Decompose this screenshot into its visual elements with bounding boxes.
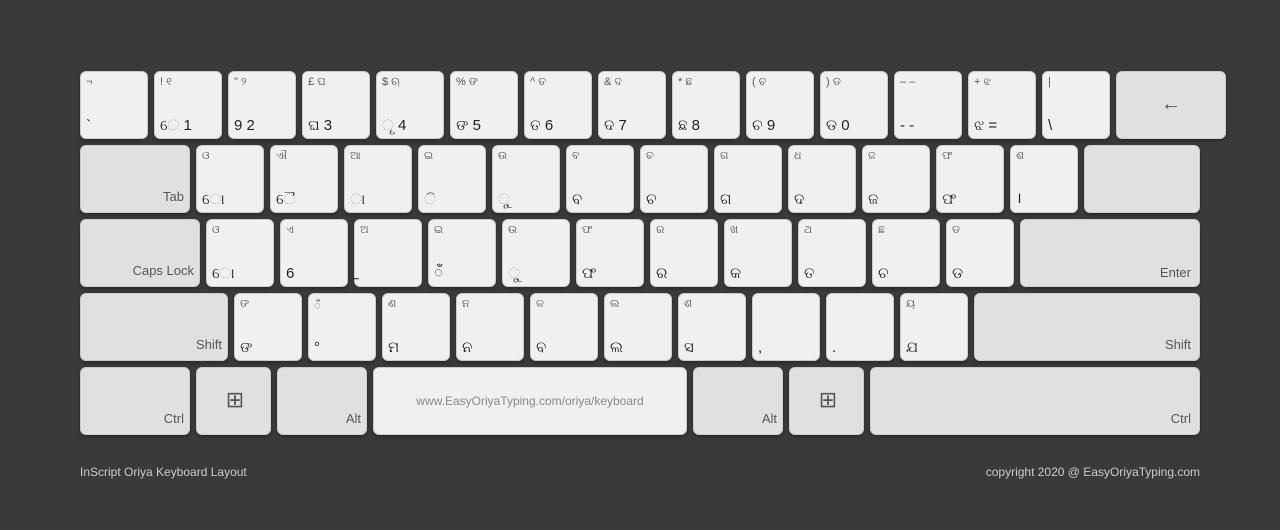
key-z[interactable]: ଙ ଙ [234,293,302,361]
enter-key[interactable] [1084,145,1200,213]
backspace-key[interactable]: ← [1116,71,1226,139]
key-0[interactable]: ) ଡ ଡ 0 [820,71,888,139]
shift-right-key[interactable]: Shift [974,293,1200,361]
ctrl-left-key[interactable]: Ctrl [80,367,190,435]
key-r[interactable]: ଇ ି [418,145,486,213]
key-backslash[interactable]: | \ [1042,71,1110,139]
key-comma[interactable]: , [752,293,820,361]
keyboard-title: InScript Oriya Keyboard Layout [80,465,247,479]
key-t[interactable]: ଉ ୁ [492,145,560,213]
key-u[interactable]: ଚ ଚ [640,145,708,213]
key-minus[interactable]: – – - - [894,71,962,139]
key-q[interactable]: ଓ ୋ [196,145,264,213]
key-bracketleft[interactable]: ଫ ଫ [936,145,1004,213]
copyright-text: copyright 2020 @ EasyOriyaTyping.com [986,465,1200,479]
key-slash[interactable]: ୟ ଯ [900,293,968,361]
key-8[interactable]: * ଛ ଛ 8 [672,71,740,139]
row-bottom: Ctrl ⊞ Alt www.EasyOriyaTyping.com/oriya… [80,367,1200,435]
alt-right-key[interactable]: Alt [693,367,783,435]
key-h[interactable]: ଫ ଫ [576,219,644,287]
key-c[interactable]: ଣ ମ [382,293,450,361]
tab-key[interactable]: Tab [80,145,190,213]
key-7[interactable]: & ଦ ଦ 7 [598,71,666,139]
key-2[interactable]: " ୨ 9 2 [228,71,296,139]
key-d[interactable]: ଅ ॒ [354,219,422,287]
key-4[interactable]: $ ଋ ୄ 4 [376,71,444,139]
key-f[interactable]: ଇ ँ [428,219,496,287]
key-semicolon[interactable]: ଛ ଚ [872,219,940,287]
key-1[interactable]: ! ୧ େ 1 [154,71,222,139]
key-a[interactable]: ଓ ୋ [206,219,274,287]
key-5[interactable]: % ଙ ଙ 5 [450,71,518,139]
key-s[interactable]: ଏ 6 [280,219,348,287]
key-m[interactable]: ଶ ସ [678,293,746,361]
key-j[interactable]: ର ର [650,219,718,287]
key-p[interactable]: ଜ ଜ [862,145,930,213]
key-backtick[interactable]: ¬ ` [80,71,148,139]
key-6[interactable]: ^ ତ ତ 6 [524,71,592,139]
win-right-key[interactable]: ⊞ [789,367,864,435]
key-i[interactable]: ଗ ଗ [714,145,782,213]
key-bracketright[interactable]: ଶ । [1010,145,1078,213]
key-v[interactable]: ନ ନ [456,293,524,361]
key-n[interactable]: ଲ ଲ [604,293,672,361]
key-w[interactable]: ଐ ୈ [270,145,338,213]
key-equals[interactable]: + ଝ ଝ = [968,71,1036,139]
key-b[interactable]: ଳ ବ [530,293,598,361]
key-k[interactable]: ଖ କ [724,219,792,287]
row-asdf: Caps Lock ଓ ୋ ଏ 6 ଅ ॒ ଇ ँ [80,219,1200,287]
key-x[interactable]: ँ ° [308,293,376,361]
row-shift: Shift ଙ ଙ ँ ° ଣ ମ ନ ନ [80,293,1200,361]
key-e[interactable]: ଆ ା [344,145,412,213]
shift-left-key[interactable]: Shift [80,293,228,361]
row-number: ¬ ` ! ୧ େ 1 " ୨ 9 2 £ ଘ ଘ 3 $ ଋ [80,71,1200,139]
win-left-key[interactable]: ⊞ [196,367,271,435]
capslock-key[interactable]: Caps Lock [80,219,200,287]
footer: InScript Oriya Keyboard Layout copyright… [60,461,1220,479]
key-period[interactable]: . [826,293,894,361]
key-quote[interactable]: ଡ ଡ [946,219,1014,287]
key-3[interactable]: £ ଘ ଘ 3 [302,71,370,139]
key-g[interactable]: ଉ ୁ [502,219,570,287]
row-qwerty: Tab ଓ ୋ ଐ ୈ ଆ ା ଇ ି [80,145,1200,213]
key-9[interactable]: ( ଚ ଚ 9 [746,71,814,139]
enter-key-2[interactable]: Enter [1020,219,1200,287]
key-o[interactable]: ଧ ଦ [788,145,856,213]
key-y[interactable]: ବ ବ [566,145,634,213]
alt-left-key[interactable]: Alt [277,367,367,435]
space-key[interactable]: www.EasyOriyaTyping.com/oriya/keyboard [373,367,687,435]
ctrl-right-key[interactable]: Ctrl [870,367,1200,435]
keyboard-container: ¬ ` ! ୧ େ 1 " ୨ 9 2 £ ଘ ଘ 3 $ ଋ [60,51,1220,461]
key-l[interactable]: ଥ ତ [798,219,866,287]
